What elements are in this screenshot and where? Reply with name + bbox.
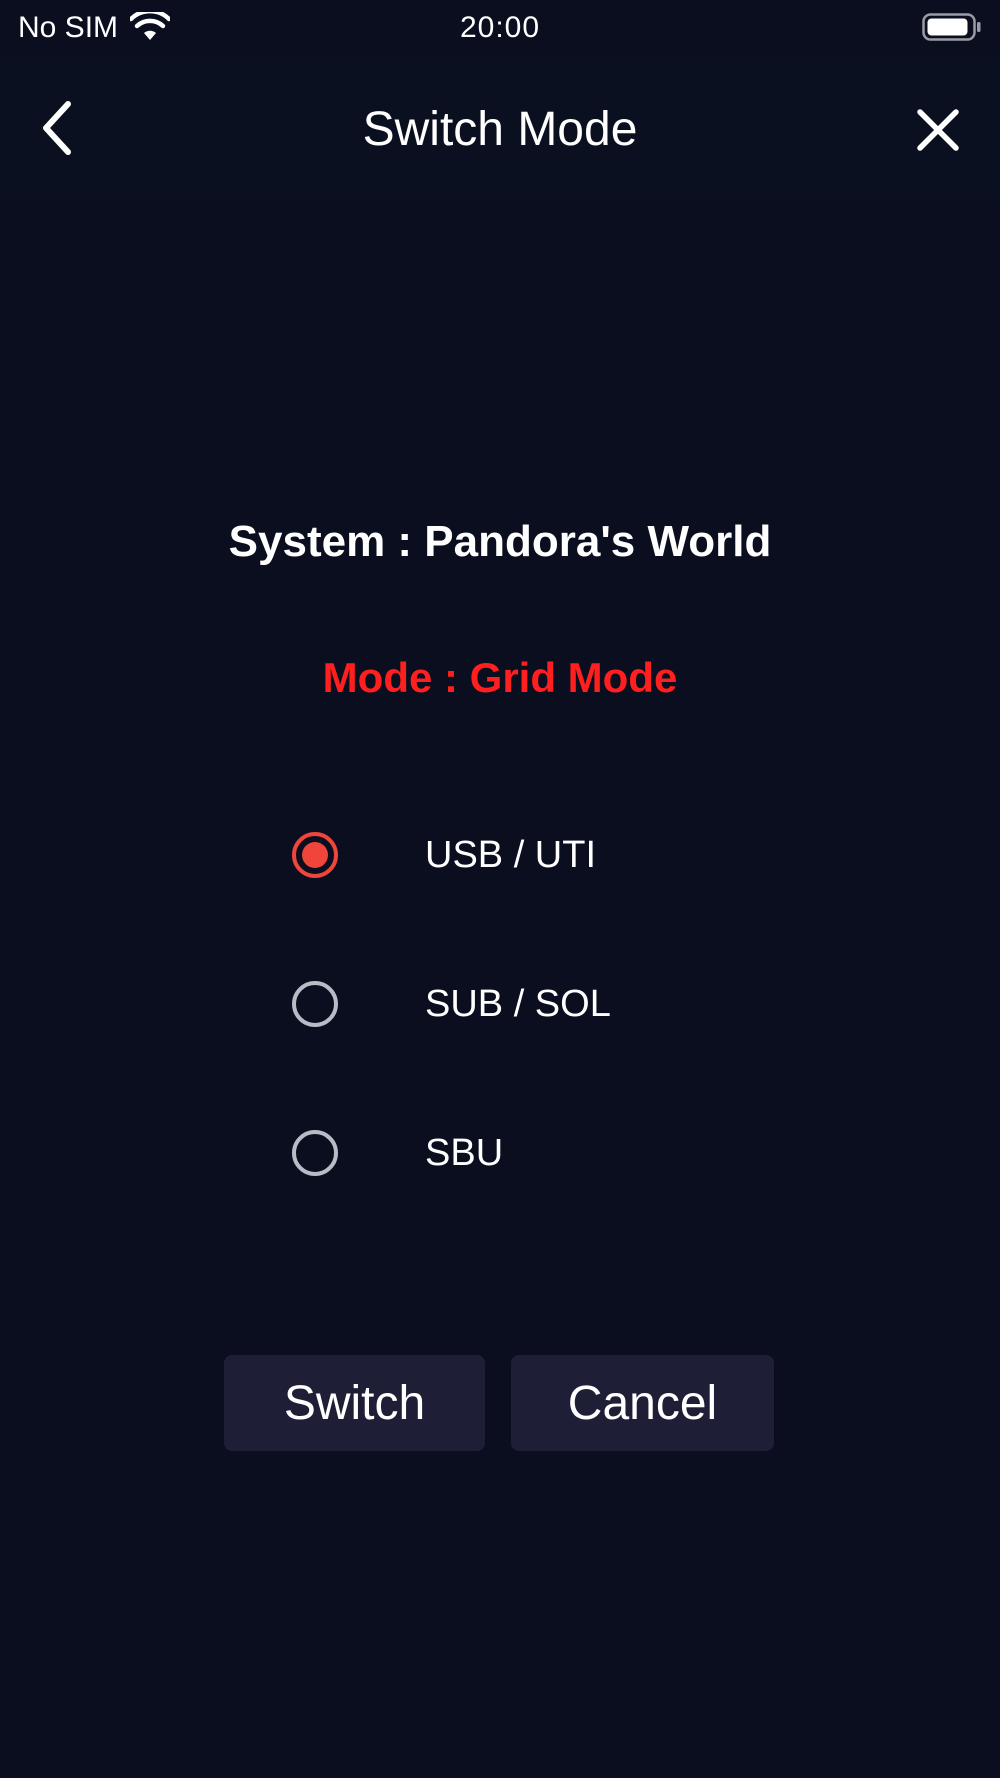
option-sub-sol[interactable]: SUB / SOL — [290, 969, 790, 1039]
radio-unselected-icon[interactable] — [290, 1128, 340, 1178]
radio-unselected-icon[interactable] — [290, 979, 340, 1029]
nav-bar: Switch Mode — [0, 56, 1000, 202]
current-mode: Mode : Grid Mode — [322, 654, 678, 701]
cancel-button[interactable]: Cancel — [511, 1355, 774, 1451]
switch-button[interactable]: Switch — [224, 1355, 485, 1451]
option-sbu[interactable]: SBU — [290, 1118, 790, 1188]
option-label: SBU — [425, 1132, 504, 1174]
mode-options: USB / UTI SUB / SOL SBU — [290, 820, 790, 1267]
close-icon[interactable] — [906, 98, 970, 162]
option-usb-uti[interactable]: USB / UTI — [290, 820, 790, 890]
status-time: 20:00 — [459, 11, 541, 44]
system-name: System : Pandora's World — [228, 517, 772, 566]
switch-mode-screen: No SIM 20:00 Switch Mode System : Pandor… — [0, 0, 1000, 1778]
battery-icon — [922, 13, 981, 41]
option-label: USB / UTI — [425, 834, 597, 876]
status-bar: No SIM 20:00 — [0, 0, 1000, 56]
option-label: SUB / SOL — [425, 983, 611, 1025]
radio-selected-icon[interactable] — [290, 830, 340, 880]
action-buttons: Switch Cancel — [224, 1355, 774, 1451]
page-title: Switch Mode — [362, 103, 638, 156]
